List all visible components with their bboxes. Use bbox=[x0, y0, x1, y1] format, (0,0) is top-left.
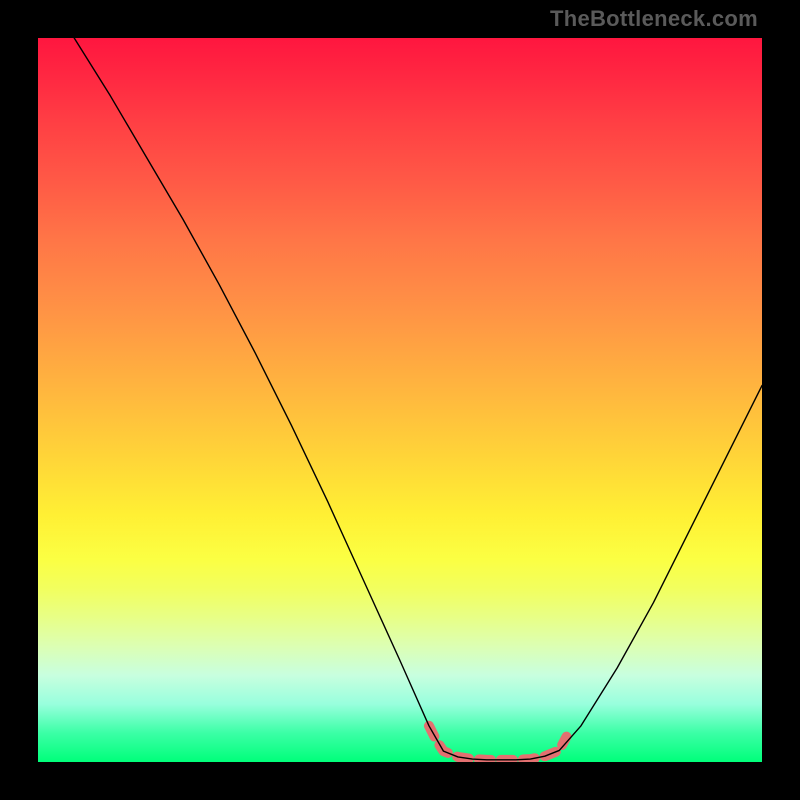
plot-area bbox=[38, 38, 762, 762]
curve-line bbox=[74, 38, 762, 760]
watermark-text: TheBottleneck.com bbox=[550, 6, 758, 32]
curve-layer bbox=[38, 38, 762, 762]
chart-frame: TheBottleneck.com bbox=[0, 0, 800, 800]
highlight-segment bbox=[429, 726, 567, 760]
